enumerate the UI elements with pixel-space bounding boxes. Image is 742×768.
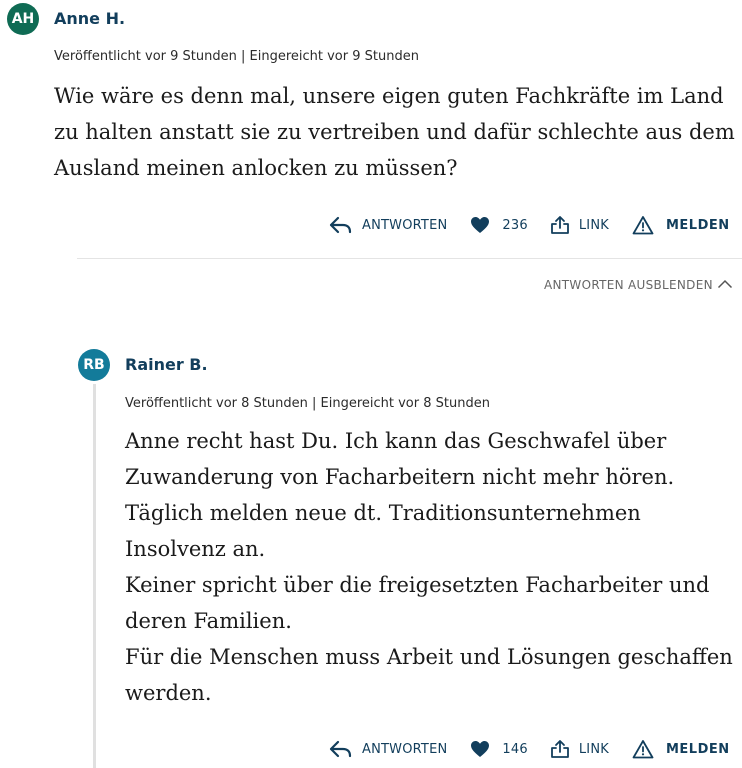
link-label: LINK [578, 217, 609, 233]
share-icon [550, 739, 570, 759]
chevron-up-icon [717, 278, 733, 292]
like-button[interactable]: 146 [470, 740, 528, 758]
warning-icon [632, 215, 654, 235]
comment-paragraph: Wie wäre es denn mal, unsere eigen guten… [54, 84, 735, 180]
heart-icon [470, 216, 490, 234]
reply-arrow-icon [328, 215, 352, 235]
report-label: MELDEN [665, 217, 730, 233]
link-button[interactable]: LINK [550, 739, 609, 759]
comment-meta: Veröffentlicht vor 8 Stunden | Eingereic… [125, 396, 490, 411]
comment-paragraph: Anne recht hast Du. Ich kann das Geschwa… [125, 429, 675, 489]
reply-button[interactable]: ANTWORTEN [328, 215, 447, 235]
report-label: MELDEN [665, 741, 730, 757]
like-count: 146 [502, 741, 528, 757]
hide-replies-label: ANTWORTEN AUSBLENDEN [544, 278, 713, 292]
comment-paragraph: Für die Menschen muss Arbeit und Lösunge… [125, 645, 733, 705]
author-name[interactable]: Rainer B. [125, 355, 208, 374]
hide-replies-button[interactable]: ANTWORTEN AUSBLENDEN [544, 278, 733, 292]
thread-line [93, 384, 96, 768]
reply-arrow-icon [328, 739, 352, 759]
avatar-initials: RB [83, 357, 105, 373]
avatar: RB [78, 349, 110, 381]
comment-paragraph: Keiner spricht über die freigesetzten Fa… [125, 573, 710, 633]
share-icon [550, 215, 570, 235]
heart-icon [470, 740, 490, 758]
report-button[interactable]: MELDEN [632, 739, 730, 759]
comment-actions: ANTWORTEN 146 LINK MELDEN [328, 739, 730, 759]
comment-actions: ANTWORTEN 236 LINK MELDEN [328, 215, 730, 235]
comment-body: Anne recht hast Du. Ich kann das Geschwa… [125, 423, 735, 711]
author-name[interactable]: Anne H. [54, 9, 125, 28]
reply-label: ANTWORTEN [362, 217, 448, 233]
like-button[interactable]: 236 [470, 216, 528, 234]
comment-meta: Veröffentlicht vor 9 Stunden | Eingereic… [54, 49, 419, 64]
warning-icon [632, 739, 654, 759]
comment-paragraph: Täglich melden neue dt. Traditionsuntern… [125, 501, 641, 561]
reply-button[interactable]: ANTWORTEN [328, 739, 447, 759]
link-label: LINK [578, 741, 609, 757]
reply-label: ANTWORTEN [362, 741, 448, 757]
avatar-initials: AH [11, 11, 35, 27]
like-count: 236 [502, 217, 528, 233]
divider [77, 258, 742, 259]
report-button[interactable]: MELDEN [632, 215, 730, 235]
avatar: AH [7, 3, 39, 35]
link-button[interactable]: LINK [550, 215, 609, 235]
comment-body: Wie wäre es denn mal, unsere eigen guten… [54, 78, 742, 186]
